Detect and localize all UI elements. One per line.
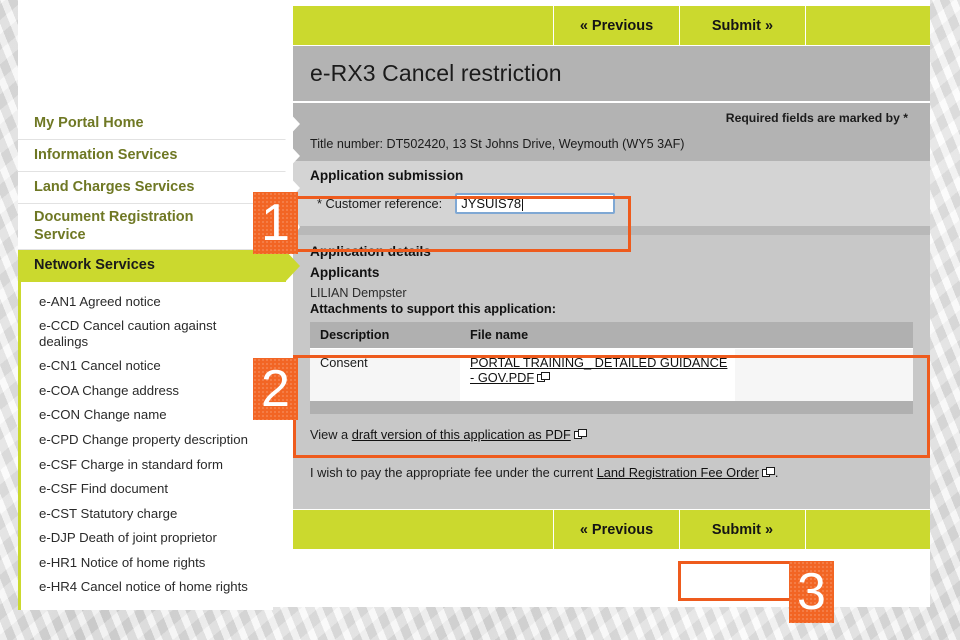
title-number-line: Title number: DT502420, 13 St Johns Driv…: [310, 137, 916, 151]
draft-prefix-text: View a: [310, 427, 352, 442]
sidebar-subitem-e-cst[interactable]: e-CST Statutory charge: [21, 501, 273, 526]
customer-reference-input[interactable]: JYSUIS78: [455, 193, 615, 214]
links-area: View a draft version of this application…: [293, 414, 930, 496]
attachments-table: Description File name Consent PORTAL TRA…: [310, 322, 913, 414]
sidebar-item-label: Network Services: [34, 257, 155, 275]
column-header-description: Description: [310, 322, 460, 349]
main-content: « Previous Submit » e-RX3 Cancel restric…: [293, 5, 930, 550]
sidebar-subitem-e-csf-charge[interactable]: e-CSF Charge in standard form: [21, 452, 273, 477]
sidebar-subitem-e-an1[interactable]: e-AN1 Agreed notice: [21, 289, 273, 314]
draft-pdf-line: View a draft version of this application…: [310, 427, 930, 442]
applicant-name: LILIAN Dempster: [293, 283, 930, 300]
sidebar-item-arrow-shape: [285, 108, 300, 140]
cell-spacer: [735, 349, 913, 402]
section-divider: [293, 226, 930, 235]
popup-window-icon[interactable]: [574, 429, 587, 440]
meta-band: Required fields are marked by * Title nu…: [293, 103, 930, 161]
toolbar-top: « Previous Submit »: [293, 5, 930, 46]
toolbar-bottom: « Previous Submit »: [293, 509, 930, 550]
previous-button-top[interactable]: « Previous: [554, 6, 680, 45]
table-row: Consent PORTAL TRAINING_ DETAILED GUIDAN…: [310, 349, 913, 402]
file-name-link[interactable]: PORTAL TRAINING_ DETAILED GUIDANCE - GOV…: [470, 355, 727, 385]
sidebar-item-network-services[interactable]: Network Services: [18, 250, 286, 282]
customer-reference-value: JYSUIS78: [461, 196, 521, 211]
page-title-bar: e-RX3 Cancel restriction: [293, 46, 930, 103]
fee-order-line: I wish to pay the appropriate fee under …: [310, 465, 930, 480]
sidebar-item-label: Information Services: [34, 147, 177, 165]
sidebar-subitem-list: e-AN1 Agreed notice e-CCD Cancel caution…: [18, 282, 273, 610]
annotation-marker-3: 3: [789, 561, 834, 623]
submit-button-bottom[interactable]: Submit »: [680, 510, 806, 549]
sidebar-item-land-charges-services[interactable]: Land Charges Services: [18, 172, 286, 204]
cell-file-name: PORTAL TRAINING_ DETAILED GUIDANCE - GOV…: [460, 349, 735, 402]
sidebar-subitem-e-cpd[interactable]: e-CPD Change property description: [21, 427, 273, 452]
sidebar-subitem-e-djp[interactable]: e-DJP Death of joint proprietor: [21, 526, 273, 551]
previous-button-bottom[interactable]: « Previous: [554, 510, 680, 549]
attachments-label: Attachments to support this application:: [293, 300, 930, 322]
sidebar-item-label: My Portal Home: [34, 115, 144, 133]
toolbar-top-tail: [806, 6, 930, 45]
sidebar-item-arrow-shape: [285, 250, 300, 282]
sidebar-subitem-e-hr1[interactable]: e-HR1 Notice of home rights: [21, 550, 273, 575]
customer-reference-row: * Customer reference: JYSUIS78: [293, 188, 930, 226]
table-header-row: Description File name: [310, 322, 913, 349]
cell-description: Consent: [310, 349, 460, 402]
popup-window-icon[interactable]: [762, 467, 775, 478]
toolbar-top-spacer: [293, 6, 554, 45]
text-caret: [522, 197, 523, 211]
sidebar-item-document-registration-service[interactable]: Document Registration Service: [18, 204, 286, 250]
toolbar-bottom-spacer: [293, 510, 554, 549]
sidebar-subitem-e-csf-find[interactable]: e-CSF Find document: [21, 477, 273, 502]
fee-suffix-text: .: [775, 465, 779, 480]
sidebar-subitem-e-cn1[interactable]: e-CN1 Cancel notice: [21, 354, 273, 379]
toolbar-bottom-tail: [806, 510, 930, 549]
fee-order-link[interactable]: Land Registration Fee Order: [597, 465, 759, 480]
submit-button-top[interactable]: Submit »: [680, 6, 806, 45]
annotation-marker-2: 2: [253, 358, 298, 420]
table-footer-row: [310, 401, 913, 414]
application-details-section: Application details Applicants LILIAN De…: [293, 235, 930, 414]
application-submission-heading: Application submission: [293, 161, 930, 188]
required-fields-note: Required fields are marked by *: [310, 111, 916, 125]
sidebar-item-information-services[interactable]: Information Services: [18, 140, 286, 172]
annotation-marker-1: 1: [253, 192, 298, 254]
draft-pdf-link[interactable]: draft version of this application as PDF: [352, 427, 571, 442]
sidebar-item-arrow-shape: [285, 140, 300, 172]
sidebar-subitem-e-con[interactable]: e-CON Change name: [21, 403, 273, 428]
customer-reference-label: * Customer reference:: [317, 196, 442, 211]
sidebar-item-my-portal-home[interactable]: My Portal Home: [18, 108, 286, 140]
fee-prefix-text: I wish to pay the appropriate fee under …: [310, 465, 597, 480]
popup-window-icon[interactable]: [537, 372, 550, 383]
table-footer-cell: [310, 401, 913, 414]
applicants-heading: Applicants: [293, 262, 930, 283]
content-tail-band: [293, 496, 930, 509]
application-details-heading: Application details: [293, 241, 930, 262]
page-title: e-RX3 Cancel restriction: [310, 60, 562, 87]
sidebar-subitem-e-coa[interactable]: e-COA Change address: [21, 378, 273, 403]
sidebar-subitem-e-ccd[interactable]: e-CCD Cancel caution against dealings: [21, 314, 273, 354]
attachments-table-wrap: Description File name Consent PORTAL TRA…: [293, 322, 930, 414]
sidebar-item-label: Land Charges Services: [34, 179, 194, 197]
sidebar-subitem-e-hr4[interactable]: e-HR4 Cancel notice of home rights: [21, 575, 273, 600]
sidebar: My Portal Home Information Services Land…: [18, 108, 286, 610]
column-header-file-name: File name: [460, 322, 913, 349]
sidebar-item-label: Document Registration Service: [34, 209, 219, 244]
